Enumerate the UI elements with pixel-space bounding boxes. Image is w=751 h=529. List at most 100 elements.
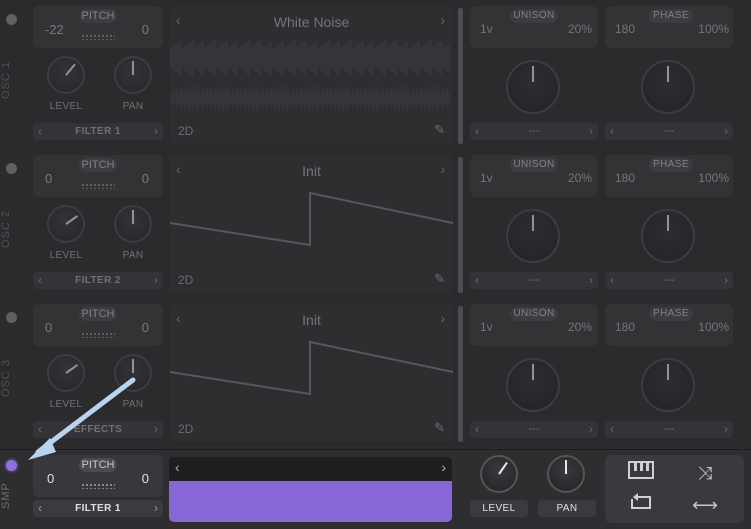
unison-selector[interactable]: ‹ --- › <box>470 123 598 140</box>
chevron-left-icon[interactable]: ‹ <box>175 459 180 475</box>
sampler-level-knob[interactable] <box>480 455 518 493</box>
osc-pitch-tune[interactable]: 0 <box>142 320 149 335</box>
osc-pan-knob[interactable] <box>114 56 152 94</box>
osc-pan-knob[interactable] <box>114 205 152 243</box>
osc-pitch-transpose[interactable]: -22 <box>45 22 64 37</box>
osc-level-knob[interactable] <box>47 354 85 392</box>
wave-mode-label[interactable]: 2D <box>178 422 193 436</box>
phase-selector-value: --- <box>663 274 675 286</box>
pitch-dots-icon <box>81 483 115 489</box>
unison-box[interactable]: UNISON 1v 20% <box>470 155 598 197</box>
wavetable-position-slider[interactable] <box>458 157 463 293</box>
chevron-left-icon[interactable]: ‹ <box>176 12 181 28</box>
osc-pitch-transpose[interactable]: 0 <box>45 171 52 186</box>
random-phase-icon[interactable]: ⤨ <box>685 461 725 485</box>
osc-enable-toggle[interactable] <box>6 14 17 25</box>
wavetable-position-slider[interactable] <box>458 306 463 442</box>
sampler-pan-knob[interactable] <box>547 455 585 493</box>
osc-pitch-tune[interactable]: 0 <box>142 22 149 37</box>
unison-detune[interactable]: 20% <box>568 22 592 36</box>
osc-pitch-box[interactable]: PITCH -22 0 <box>33 6 163 48</box>
phase-amount[interactable]: 100% <box>698 320 729 334</box>
chevron-left-icon[interactable]: ‹ <box>176 161 181 177</box>
wavetable-name[interactable]: White Noise <box>170 14 453 30</box>
unison-detune[interactable]: 20% <box>568 171 592 185</box>
chevron-right-icon[interactable]: › <box>154 273 158 287</box>
chevron-right-icon[interactable]: › <box>154 422 158 436</box>
wavetable-display[interactable]: Init ‹ › 2D ✎ <box>170 304 453 442</box>
phase-degrees[interactable]: 180 <box>615 320 635 334</box>
osc-pitch-box[interactable]: PITCH 0 0 <box>33 304 163 346</box>
sampler-pitch-transpose[interactable]: 0 <box>47 471 54 486</box>
chevron-right-icon[interactable]: › <box>441 459 446 475</box>
phase-selector[interactable]: ‹ --- › <box>605 421 733 438</box>
wavetable-display[interactable]: White Noise ‹ › 2D ✎ <box>170 6 453 144</box>
sampler-pitch-box[interactable]: PITCH 0 0 <box>33 455 163 497</box>
unison-selector[interactable]: ‹ --- › <box>470 421 598 438</box>
chevron-right-icon[interactable]: › <box>440 161 445 177</box>
chevron-right-icon[interactable]: › <box>724 273 728 287</box>
phase-amount[interactable]: 100% <box>698 22 729 36</box>
wavetable-name[interactable]: Init <box>170 312 453 328</box>
unison-knob[interactable] <box>506 60 560 114</box>
osc-filter-selector[interactable]: ‹ FILTER 2 › <box>33 272 163 289</box>
osc-row: OSC 1 PITCH -22 0 LEVEL PAN ‹ FILTER 1 ›… <box>0 0 751 149</box>
chevron-right-icon[interactable]: › <box>154 124 158 138</box>
unison-detune[interactable]: 20% <box>568 320 592 334</box>
osc-pitch-transpose[interactable]: 0 <box>45 320 52 335</box>
osc-enable-toggle[interactable] <box>6 312 17 323</box>
osc-pitch-box[interactable]: PITCH 0 0 <box>33 155 163 197</box>
keytrack-icon[interactable] <box>621 461 661 485</box>
phase-knob[interactable] <box>641 358 695 412</box>
wave-mode-label[interactable]: 2D <box>178 124 193 138</box>
unison-label: UNISON <box>510 9 558 23</box>
wavetable-name[interactable]: Init <box>170 163 453 179</box>
chevron-right-icon[interactable]: › <box>440 12 445 28</box>
osc-level-knob[interactable] <box>47 205 85 243</box>
phase-selector[interactable]: ‹ --- › <box>605 272 733 289</box>
unison-selector[interactable]: ‹ --- › <box>470 272 598 289</box>
sampler-pitch-tune[interactable]: 0 <box>142 471 149 486</box>
unison-voices[interactable]: 1v <box>480 22 493 36</box>
bounce-icon[interactable]: ⟷ <box>685 493 725 517</box>
osc-pitch-tune[interactable]: 0 <box>142 171 149 186</box>
phase-degrees[interactable]: 180 <box>615 171 635 185</box>
wavetable-display[interactable]: Init ‹ › 2D ✎ <box>170 155 453 293</box>
unison-voices[interactable]: 1v <box>480 171 493 185</box>
phase-knob[interactable] <box>641 209 695 263</box>
phase-amount[interactable]: 100% <box>698 171 729 185</box>
unison-knob[interactable] <box>506 358 560 412</box>
unison-box[interactable]: UNISON 1v 20% <box>470 6 598 48</box>
osc-enable-toggle[interactable] <box>6 163 17 174</box>
phase-box[interactable]: PHASE 180 100% <box>605 304 733 346</box>
phase-box[interactable]: PHASE 180 100% <box>605 6 733 48</box>
chevron-right-icon[interactable]: › <box>440 310 445 326</box>
unison-voices[interactable]: 1v <box>480 320 493 334</box>
unison-box[interactable]: UNISON 1v 20% <box>470 304 598 346</box>
phase-box[interactable]: PHASE 180 100% <box>605 155 733 197</box>
chevron-right-icon[interactable]: › <box>724 422 728 436</box>
phase-degrees[interactable]: 180 <box>615 22 635 36</box>
osc-filter-selector[interactable]: ‹ FILTER 1 › <box>33 123 163 140</box>
osc-pan-knob[interactable] <box>114 354 152 392</box>
wavetable-position-slider[interactable] <box>458 8 463 144</box>
chevron-right-icon[interactable]: › <box>589 422 593 436</box>
phase-selector[interactable]: ‹ --- › <box>605 123 733 140</box>
chevron-right-icon[interactable]: › <box>589 273 593 287</box>
wave-mode-label[interactable]: 2D <box>178 273 193 287</box>
chevron-right-icon[interactable]: › <box>724 124 728 138</box>
chevron-right-icon[interactable]: › <box>154 501 158 515</box>
unison-knob[interactable] <box>506 209 560 263</box>
chevron-right-icon[interactable]: › <box>589 124 593 138</box>
pencil-icon[interactable]: ✎ <box>434 420 445 436</box>
sampler-filter-selector[interactable]: ‹ FILTER 1 › <box>33 500 163 517</box>
sampler-enable-toggle[interactable] <box>6 460 17 471</box>
chevron-left-icon[interactable]: ‹ <box>176 310 181 326</box>
pencil-icon[interactable]: ✎ <box>434 122 445 138</box>
osc-filter-selector[interactable]: ‹ EFFECTS › <box>33 421 163 438</box>
phase-knob[interactable] <box>641 60 695 114</box>
loop-icon[interactable] <box>621 493 661 517</box>
sample-waveform[interactable]: ‹ › <box>169 457 452 522</box>
osc-level-knob[interactable] <box>47 56 85 94</box>
pencil-icon[interactable]: ✎ <box>434 271 445 287</box>
